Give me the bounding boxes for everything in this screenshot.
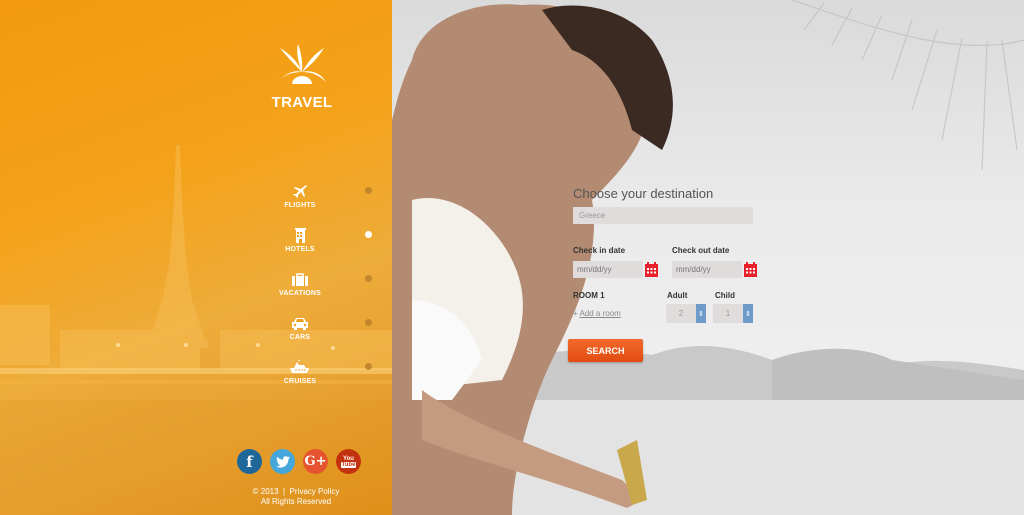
slide-dot-2-active[interactable] [365, 231, 372, 238]
child-spinner-arrows-icon[interactable]: ⇕ [743, 304, 753, 323]
adult-label: Adult [667, 291, 688, 300]
footer-separator: | [283, 487, 286, 496]
nav-label: CRUISES [283, 378, 317, 385]
main-nav: FLIGHTS HOTELS VACATIONS CARS CRUISES [266, 182, 334, 402]
nav-item-cars[interactable]: CARS [266, 314, 334, 358]
child-stepper[interactable]: ⇕ [713, 304, 753, 323]
check-in-label: Check in date [573, 246, 626, 255]
google-plus-icon[interactable]: G+ [303, 449, 328, 474]
check-out-input[interactable] [672, 261, 742, 278]
privacy-policy-link[interactable]: Privacy Policy [290, 487, 340, 496]
social-links: f G+ You Tube [237, 449, 361, 474]
adult-spinner-arrows-icon[interactable]: ⇕ [696, 304, 706, 323]
palm-tree-sun-icon [278, 44, 326, 84]
calendar-icon[interactable] [645, 262, 658, 277]
slide-dot-4[interactable] [365, 319, 372, 326]
slide-pagination [365, 187, 375, 407]
adult-stepper[interactable]: ⇕ [666, 304, 706, 323]
nav-item-hotels[interactable]: HOTELS [266, 226, 334, 270]
booking-form: Choose your destination Check in date Ch… [568, 186, 758, 362]
slide-dot-1[interactable] [365, 187, 372, 194]
destination-input[interactable] [573, 207, 753, 224]
suitcase-icon [292, 272, 308, 286]
sidebar: TRAVEL FLIGHTS HOTELS VACATIONS CARS CRU… [0, 0, 392, 515]
youtube-icon[interactable]: You Tube [336, 449, 361, 474]
calendar-icon[interactable] [744, 262, 757, 277]
nav-label: HOTELS [285, 246, 315, 253]
nav-label: CARS [289, 334, 311, 341]
adult-input[interactable] [666, 304, 696, 323]
add-room-link[interactable]: + Add a room [573, 309, 666, 318]
room-label: ROOM 1 [573, 291, 605, 300]
add-room-plus: + [573, 309, 578, 318]
form-title: Choose your destination [573, 186, 714, 201]
brand-name: TRAVEL [271, 94, 333, 111]
ship-icon [290, 360, 309, 373]
nav-item-cruises[interactable]: CRUISES [266, 358, 334, 402]
add-room-text: Add a room [579, 309, 621, 318]
nav-item-vacations[interactable]: VACATIONS [266, 270, 334, 314]
twitter-bird-icon [275, 455, 290, 468]
nav-label: VACATIONS [279, 290, 321, 297]
nav-label: FLIGHTS [284, 202, 316, 209]
facebook-icon[interactable]: f [237, 449, 262, 474]
car-icon [292, 317, 308, 330]
hotel-building-icon [294, 227, 306, 243]
twitter-icon[interactable] [270, 449, 295, 474]
copyright-text: © 2013 [252, 487, 279, 496]
child-label: Child [715, 291, 735, 300]
brand-logo[interactable]: TRAVEL [268, 42, 336, 111]
travel-landing-page: TRAVEL FLIGHTS HOTELS VACATIONS CARS CRU… [0, 0, 1024, 515]
footer: © 2013 | Privacy Policy All Rights Reser… [236, 487, 356, 507]
check-in-input[interactable] [573, 261, 643, 278]
slide-dot-3[interactable] [365, 275, 372, 282]
check-out-label: Check out date [672, 246, 730, 255]
search-button[interactable]: SEARCH [568, 339, 643, 362]
airplane-icon [293, 185, 307, 198]
child-input[interactable] [713, 304, 743, 323]
slide-dot-5[interactable] [365, 363, 372, 370]
rights-text: All Rights Reserved [260, 497, 332, 506]
nav-item-flights[interactable]: FLIGHTS [266, 182, 334, 226]
